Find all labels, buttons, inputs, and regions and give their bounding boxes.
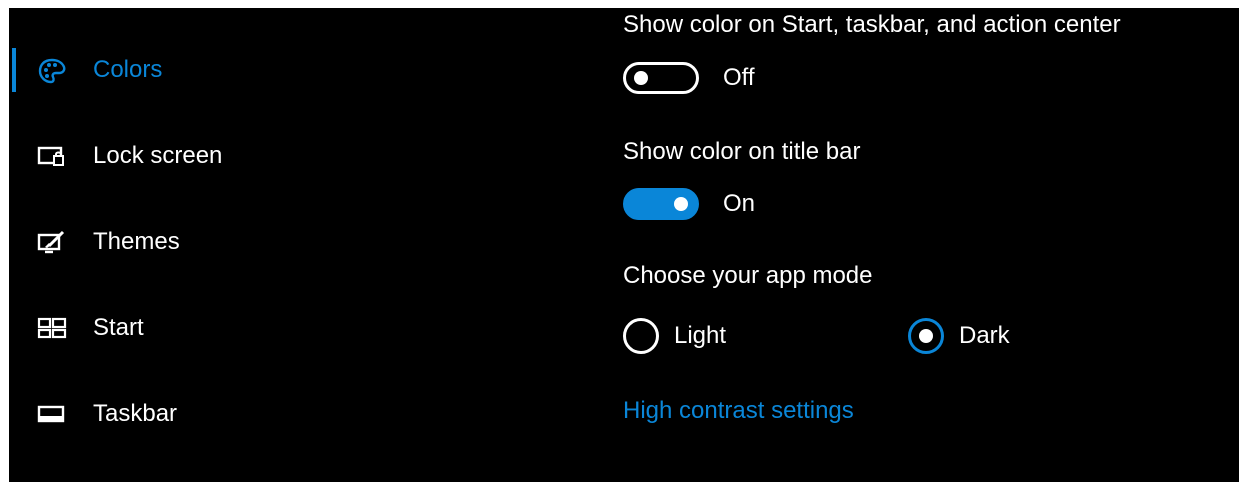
light-radio-button[interactable]	[623, 318, 659, 354]
toggle-knob	[634, 71, 648, 85]
sidebar-item-taskbar[interactable]: Taskbar	[9, 390, 569, 438]
themes-icon	[37, 230, 67, 254]
sidebar-item-label: Themes	[93, 228, 180, 255]
start-color-setting: Off	[623, 62, 843, 98]
taskbar-icon	[37, 402, 67, 426]
palette-icon	[37, 58, 67, 84]
settings-window: Colors Lock screen Themes Start Taskbar …	[9, 8, 1239, 482]
radio-selected-dot	[919, 329, 933, 343]
start-color-state: Off	[723, 64, 755, 91]
dark-radio-button[interactable]	[908, 318, 944, 354]
start-color-toggle[interactable]	[623, 62, 699, 94]
sidebar-item-lock-screen[interactable]: Lock screen	[9, 132, 569, 180]
toggle-knob	[674, 197, 688, 211]
lock-screen-icon	[37, 144, 67, 168]
start-color-heading: Show color on Start, taskbar, and action…	[623, 11, 1121, 38]
dark-radio-label: Dark	[959, 322, 1010, 349]
light-radio-label: Light	[674, 322, 727, 349]
sidebar-item-label: Lock screen	[93, 142, 223, 169]
sidebar-item-colors[interactable]: Colors	[9, 46, 569, 94]
sidebar-item-label: Start	[93, 314, 144, 341]
app-mode-light-option[interactable]: Light	[623, 316, 823, 356]
app-mode-heading: Choose your app mode	[623, 262, 873, 289]
high-contrast-settings-link[interactable]: High contrast settings	[623, 396, 854, 426]
sidebar-item-themes[interactable]: Themes	[9, 218, 569, 266]
start-icon	[37, 316, 67, 340]
sidebar-item-label: Taskbar	[93, 400, 178, 427]
title-bar-color-setting: On	[623, 188, 843, 224]
title-bar-color-state: On	[723, 190, 756, 217]
sidebar-item-label: Colors	[93, 56, 163, 83]
sidebar-item-start[interactable]: Start	[9, 304, 569, 352]
app-mode-dark-option[interactable]: Dark	[908, 316, 1108, 356]
title-bar-color-toggle[interactable]	[623, 188, 699, 220]
title-bar-color-heading: Show color on title bar	[623, 138, 861, 165]
